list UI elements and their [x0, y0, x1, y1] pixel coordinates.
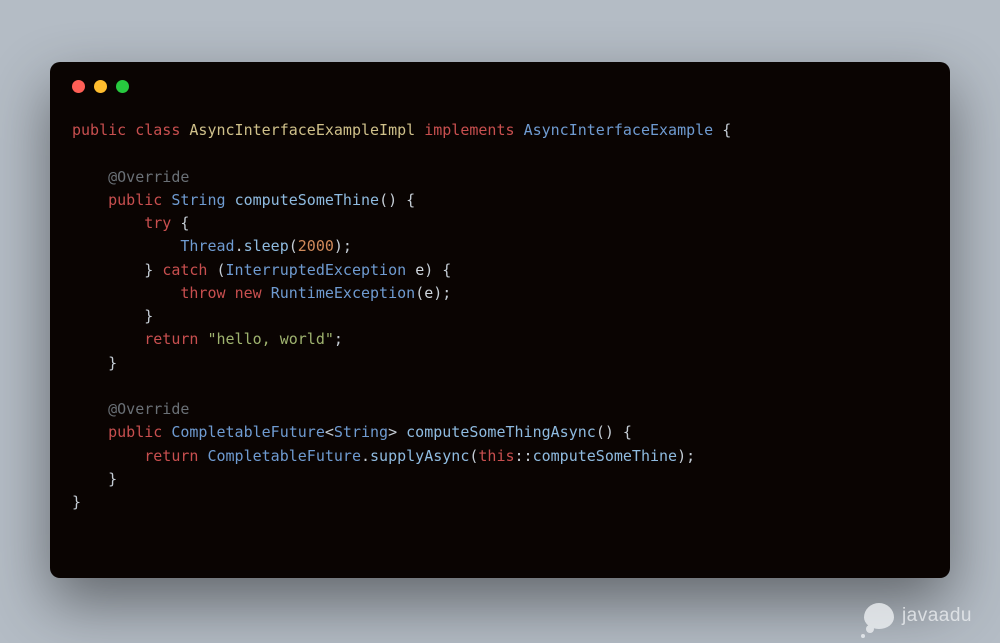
wechat-icon: [864, 603, 894, 629]
code-token: [72, 284, 180, 302]
code-token: try: [144, 214, 171, 232]
code-token: [72, 400, 108, 418]
code-block: public class AsyncInterfaceExampleImpl i…: [72, 119, 928, 514]
close-icon[interactable]: [72, 80, 85, 93]
code-token: [406, 261, 415, 279]
code-token: supplyAsync: [370, 447, 469, 465]
code-token: 2000: [298, 237, 334, 255]
code-token: return: [144, 447, 198, 465]
code-token: String: [171, 191, 225, 209]
code-token: [72, 214, 144, 232]
code-token: }: [72, 493, 81, 511]
code-token: @Override: [108, 168, 189, 186]
watermark: javaadu: [864, 603, 972, 629]
code-token: [126, 121, 135, 139]
code-token: class: [135, 121, 180, 139]
code-token: CompletableFuture: [207, 447, 361, 465]
code-token: return: [144, 330, 198, 348]
zoom-icon[interactable]: [116, 80, 129, 93]
code-token: e: [424, 284, 433, 302]
code-token: public: [108, 423, 162, 441]
code-token: [72, 423, 108, 441]
minimize-icon[interactable]: [94, 80, 107, 93]
watermark-label: javaadu: [902, 605, 972, 627]
code-token: public: [72, 121, 126, 139]
code-token: [226, 191, 235, 209]
code-token: [515, 121, 524, 139]
code-token: }: [72, 261, 162, 279]
code-token: catch: [162, 261, 207, 279]
code-token: CompletableFuture: [171, 423, 325, 441]
code-token: }: [72, 470, 117, 488]
code-token: [262, 284, 271, 302]
code-token: ) {: [424, 261, 451, 279]
code-token: [415, 121, 424, 139]
window-titlebar: [72, 80, 928, 93]
code-token: String: [334, 423, 388, 441]
code-token: );: [334, 237, 352, 255]
code-token: computeSomeThine: [533, 447, 678, 465]
code-token: >: [388, 423, 406, 441]
code-window: public class AsyncInterfaceExampleImpl i…: [50, 62, 950, 578]
code-token: [72, 330, 144, 348]
code-token: );: [677, 447, 695, 465]
code-token: sleep: [244, 237, 289, 255]
code-token: e: [415, 261, 424, 279]
code-token: computeSomeThingAsync: [406, 423, 596, 441]
code-token: "hello, world": [207, 330, 333, 348]
code-token: [72, 237, 180, 255]
code-token: RuntimeException: [271, 284, 416, 302]
code-token: [162, 191, 171, 209]
code-token: }: [72, 307, 153, 325]
code-token: .: [361, 447, 370, 465]
code-token: {: [713, 121, 731, 139]
code-token: AsyncInterfaceExampleImpl: [189, 121, 415, 139]
code-token: @Override: [108, 400, 189, 418]
code-token: ;: [334, 330, 343, 348]
code-token: implements: [424, 121, 514, 139]
code-token: );: [433, 284, 451, 302]
code-token: .: [235, 237, 244, 255]
code-token: new: [235, 284, 262, 302]
code-token: InterruptedException: [226, 261, 407, 279]
code-token: AsyncInterfaceExample: [524, 121, 714, 139]
code-token: (: [289, 237, 298, 255]
code-token: [226, 284, 235, 302]
code-token: public: [108, 191, 162, 209]
code-token: [72, 447, 144, 465]
code-token: () {: [379, 191, 415, 209]
code-token: {: [171, 214, 189, 232]
code-token: [162, 423, 171, 441]
code-token: () {: [596, 423, 632, 441]
code-token: this: [478, 447, 514, 465]
code-token: Thread: [180, 237, 234, 255]
code-token: (: [415, 284, 424, 302]
code-token: <: [325, 423, 334, 441]
code-token: }: [72, 354, 117, 372]
code-token: [72, 191, 108, 209]
code-token: [72, 168, 108, 186]
code-token: (: [207, 261, 225, 279]
code-token: computeSomeThine: [235, 191, 380, 209]
code-token: throw: [180, 284, 225, 302]
code-token: ::: [515, 447, 533, 465]
